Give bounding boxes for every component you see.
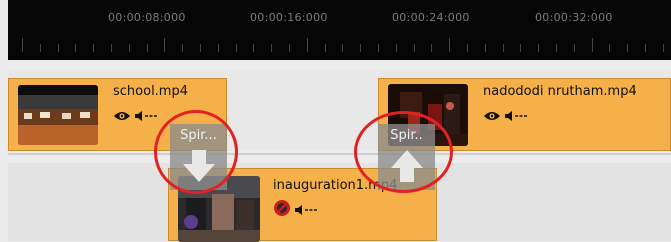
ruler-tick: [271, 44, 273, 52]
ruler-tick: [253, 44, 255, 52]
ruler-tick: [289, 44, 290, 52]
ruler-tick: [235, 44, 237, 52]
no-entry-icon[interactable]: [273, 199, 291, 221]
ruler-tick: [645, 44, 646, 52]
timecode-label: 00:00:32:000: [535, 11, 613, 24]
ruler-tick: [556, 44, 557, 52]
ruler-tick: [200, 44, 201, 52]
ruler-tick: [591, 38, 593, 52]
speaker-icon[interactable]: [504, 107, 528, 126]
ruler-tick: [182, 44, 184, 52]
ruler-tick: [573, 44, 575, 52]
timecode-label: 00:00:08:000: [108, 11, 186, 24]
timeline-ruler[interactable]: 00:00:08:000 00:00:16:000 00:00:24:000 0…: [8, 0, 671, 60]
ruler-tick: [93, 44, 95, 52]
ruler-tick: [146, 44, 148, 52]
ruler-tick: [39, 44, 41, 52]
ruler-tick: [217, 44, 219, 52]
ruler-tick: [22, 38, 23, 52]
ruler-tick: [449, 38, 451, 52]
ruler-tick: [128, 44, 130, 52]
ruler-tick: [75, 44, 77, 52]
ruler-tick: [378, 44, 379, 52]
ruler-tick: [627, 44, 629, 52]
ruler-tick: [342, 44, 344, 52]
timecode-label: 00:00:24:000: [392, 11, 470, 24]
speaker-icon[interactable]: [294, 201, 318, 220]
ruler-tick: [431, 44, 433, 52]
ruler-tick: [609, 44, 611, 52]
ruler-tick: [467, 44, 468, 52]
ruler-tick: [57, 44, 59, 52]
highlight-circle-below: [154, 110, 238, 194]
ruler-tick: [662, 44, 664, 52]
ruler-tick: [164, 38, 166, 52]
clip-name: nadododi nrutham.mp4: [483, 84, 637, 99]
ruler-tick: [520, 44, 522, 52]
ruler-tick: [324, 44, 326, 52]
ruler-tick: [111, 44, 112, 52]
speaker-icon[interactable]: [134, 107, 158, 126]
track-divider: [8, 153, 671, 155]
eye-icon[interactable]: [113, 107, 131, 126]
timecode-label: 00:00:16:000: [250, 11, 328, 24]
ruler-tick: [413, 44, 415, 52]
ruler-tick: [395, 44, 397, 52]
clip-thumbnail: [18, 85, 98, 145]
eye-icon[interactable]: [483, 107, 501, 126]
ruler-tick: [502, 44, 504, 52]
ruler-tick: [538, 44, 540, 52]
ruler-tick: [360, 44, 362, 52]
highlight-circle-above: [354, 111, 453, 193]
ruler-tick: [306, 38, 308, 52]
ruler-tick: [484, 44, 486, 52]
clip-name: school.mp4: [113, 84, 188, 99]
